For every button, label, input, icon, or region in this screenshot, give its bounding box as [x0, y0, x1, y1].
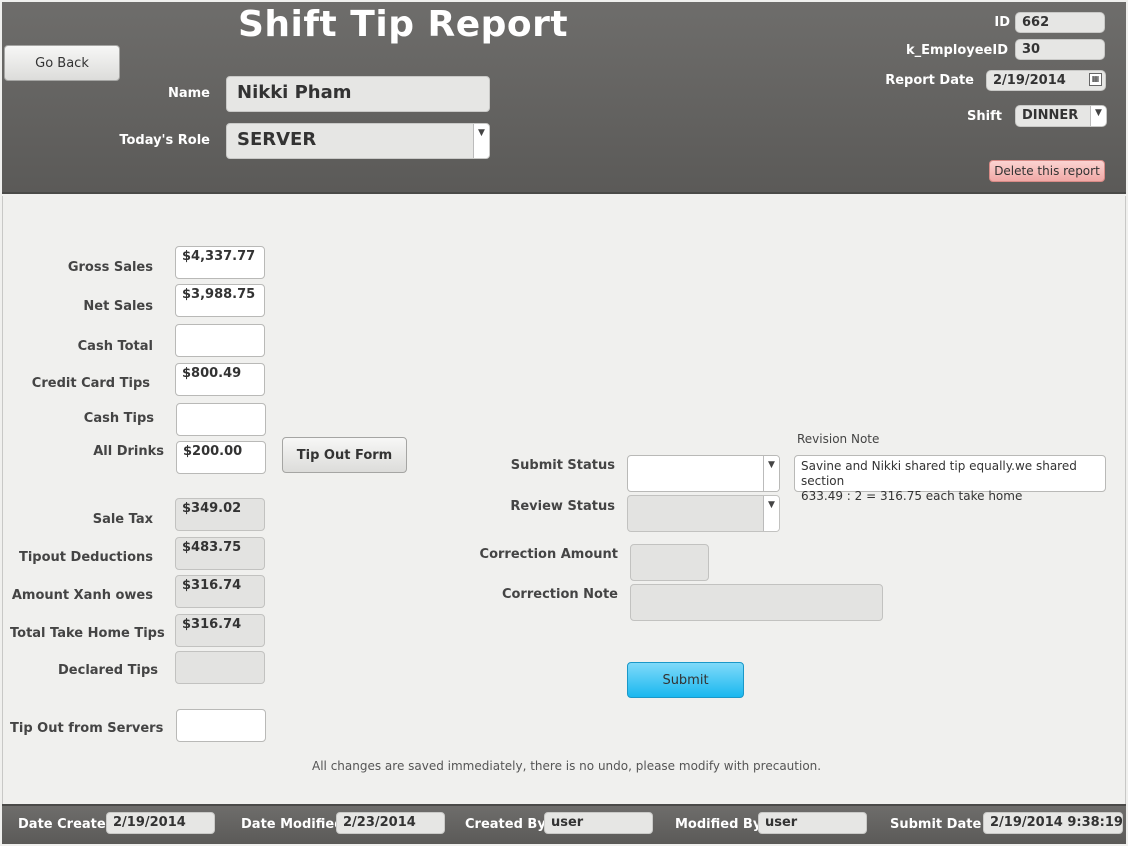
correction-note-label: Correction Note — [501, 587, 618, 602]
gross-sales-field[interactable]: $4,337.77 — [175, 246, 265, 279]
submit-button[interactable]: Submit — [627, 662, 744, 698]
review-status-label: Review Status — [510, 499, 615, 514]
correction-amount-label: Correction Amount — [479, 547, 618, 562]
sale-tax-field: $349.02 — [175, 498, 265, 531]
calendar-icon[interactable]: ▦ — [1089, 73, 1102, 86]
review-status-select: ▼ — [627, 495, 780, 532]
footer-bar: Date Created 2/19/2014 Date Modified 2/2… — [2, 804, 1126, 844]
net-sales-field[interactable]: $3,988.75 — [175, 284, 265, 317]
amount-xanh-owes-field: $316.74 — [175, 575, 265, 608]
role-label: Today's Role — [119, 133, 210, 148]
role-select[interactable]: SERVER ▼ — [226, 123, 490, 159]
report-date-field[interactable]: 2/19/2014 ▦ — [986, 70, 1106, 91]
tip-out-from-servers-label: Tip Out from Servers — [10, 721, 164, 736]
revision-note-field[interactable]: Savine and Nikki shared tip equally.we s… — [794, 455, 1106, 503]
correction-note-field — [630, 584, 883, 621]
net-sales-label: Net Sales — [83, 299, 153, 314]
chevron-down-icon[interactable]: ▼ — [763, 456, 779, 491]
id-label: ID — [994, 15, 1010, 30]
chevron-down-icon: ▼ — [763, 496, 779, 531]
date-modified-field: 2/23/2014 — [336, 812, 445, 834]
report-date-value: 2/19/2014 — [993, 73, 1066, 88]
tipout-deductions-field: $483.75 — [175, 537, 265, 570]
revision-note-label: Revision Note — [797, 432, 880, 446]
employee-id-field[interactable]: 30 — [1015, 39, 1105, 60]
modified-by-label: Modified By — [675, 817, 762, 832]
employee-id-label: k_EmployeeID — [905, 43, 1008, 58]
go-back-button[interactable]: Go Back — [4, 45, 120, 81]
date-created-label: Date Created — [18, 817, 115, 832]
header-bar: Shift Tip Report Go Back Name Nikki Pham… — [2, 2, 1126, 194]
amount-xanh-owes-label: Amount Xanh owes — [11, 588, 153, 603]
declared-tips-field — [175, 651, 265, 684]
correction-amount-field — [630, 544, 709, 581]
role-value: SERVER — [237, 129, 317, 150]
notice-text: All changes are saved immediately, there… — [312, 759, 822, 773]
total-take-home-tips-label: Total Take Home Tips — [10, 626, 165, 641]
submit-date-field: 2/19/2014 9:38:19 — [983, 812, 1123, 834]
page-title: Shift Tip Report — [238, 4, 569, 45]
modified-by-field: user — [758, 812, 867, 834]
report-date-label: Report Date — [885, 73, 974, 88]
date-created-field: 2/19/2014 — [106, 812, 215, 834]
created-by-label: Created By — [465, 817, 546, 832]
tip-out-from-servers-field[interactable] — [176, 709, 266, 742]
date-modified-label: Date Modified — [241, 817, 344, 832]
shift-value: DINNER — [1022, 108, 1079, 123]
tipout-deductions-label: Tipout Deductions — [18, 550, 153, 565]
shift-select[interactable]: DINNER ▼ — [1015, 105, 1107, 127]
total-take-home-tips-field: $316.74 — [175, 614, 265, 647]
all-drinks-field[interactable]: $200.00 — [176, 441, 266, 474]
delete-report-button[interactable]: Delete this report — [989, 160, 1105, 182]
gross-sales-label: Gross Sales — [67, 260, 153, 275]
id-field[interactable]: 662 — [1015, 12, 1105, 33]
sale-tax-label: Sale Tax — [92, 512, 153, 527]
created-by-field: user — [544, 812, 653, 834]
shift-label: Shift — [967, 109, 1002, 124]
submit-date-label: Submit Date — [890, 817, 982, 832]
cash-tips-label: Cash Tips — [83, 411, 154, 426]
credit-card-tips-field[interactable]: $800.49 — [175, 363, 265, 396]
name-field[interactable]: Nikki Pham — [226, 76, 490, 112]
submit-status-label: Submit Status — [510, 458, 615, 473]
chevron-down-icon[interactable]: ▼ — [1090, 106, 1106, 126]
chevron-down-icon[interactable]: ▼ — [473, 124, 489, 158]
all-drinks-label: All Drinks — [93, 444, 164, 459]
submit-status-select[interactable]: ▼ — [627, 455, 780, 492]
credit-card-tips-label: Credit Card Tips — [31, 376, 150, 391]
cash-total-field[interactable] — [175, 324, 265, 357]
cash-total-label: Cash Total — [77, 339, 153, 354]
cash-tips-field[interactable] — [176, 403, 266, 436]
declared-tips-label: Declared Tips — [58, 663, 158, 678]
name-label: Name — [167, 86, 210, 101]
tip-out-form-button[interactable]: Tip Out Form — [282, 437, 407, 473]
